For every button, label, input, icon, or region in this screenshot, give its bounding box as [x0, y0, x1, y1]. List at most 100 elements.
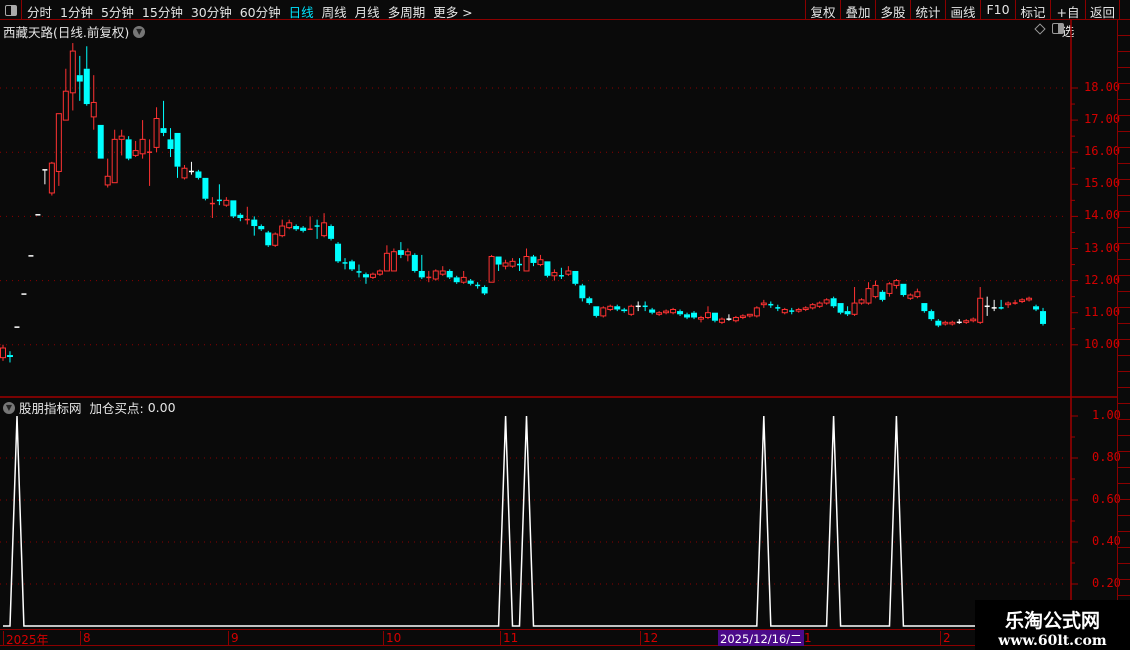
side-panel-cell	[1118, 308, 1130, 324]
candle	[356, 264, 362, 278]
candle-body	[858, 299, 865, 304]
candle	[775, 304, 781, 312]
candle-body	[621, 309, 628, 312]
candle-body	[328, 226, 335, 239]
candle	[475, 282, 481, 289]
side-panel-cell	[1118, 340, 1130, 356]
candle	[1019, 298, 1026, 304]
candle-body	[900, 283, 907, 296]
candle	[907, 293, 914, 300]
candle	[726, 314, 732, 321]
chevron-down-icon[interactable]: ▼	[3, 401, 15, 414]
candle	[376, 269, 383, 276]
candle	[1040, 307, 1047, 326]
date-label: 10	[383, 631, 401, 646]
candle-body	[565, 270, 572, 275]
candle	[411, 253, 418, 273]
candle-body	[432, 270, 439, 280]
candle-body	[579, 285, 586, 299]
candle-body	[230, 200, 237, 217]
candle-body	[279, 225, 286, 237]
date-label: 2	[940, 631, 951, 646]
kline-chart[interactable]	[0, 0, 1130, 650]
candle	[858, 298, 865, 305]
candle	[753, 306, 760, 318]
candle	[928, 309, 935, 321]
candle-body	[872, 284, 879, 298]
cursor-date: 2025/12/16/二	[718, 630, 804, 646]
candle	[42, 169, 48, 185]
candle-body	[732, 317, 739, 322]
candle	[621, 307, 628, 313]
candle	[851, 287, 858, 316]
candle	[349, 259, 355, 271]
side-panel-cell	[1118, 436, 1130, 452]
candle-body	[677, 311, 684, 315]
candle	[125, 136, 132, 161]
candle	[1005, 301, 1012, 308]
candle	[97, 124, 104, 159]
candle	[830, 296, 837, 308]
candle-body	[397, 250, 404, 255]
candle	[746, 313, 753, 318]
candle-body	[502, 262, 509, 267]
candle	[383, 245, 390, 272]
side-panel-cell	[1118, 228, 1130, 244]
candle-body	[865, 288, 872, 304]
candle-body	[656, 312, 663, 315]
candle	[216, 184, 222, 206]
candle-body	[649, 309, 656, 313]
candle-body	[76, 75, 83, 82]
candle	[677, 309, 684, 316]
side-panel-cell	[1118, 324, 1130, 340]
candle	[844, 306, 851, 316]
candle	[0, 344, 6, 361]
candle-body	[418, 270, 425, 278]
candle	[188, 161, 194, 175]
candle	[139, 120, 146, 159]
candle-body	[195, 171, 202, 178]
indicator-label: 加仓买点:	[89, 401, 144, 416]
price-tick-label: 14.00	[1084, 208, 1121, 223]
side-panel-cell	[1118, 580, 1130, 596]
candle-body	[942, 321, 949, 325]
candle	[286, 219, 293, 230]
candle-body	[349, 261, 355, 270]
candle	[404, 248, 411, 262]
candle-body	[62, 90, 69, 121]
candle-body	[593, 306, 600, 316]
candle-body	[907, 294, 914, 299]
candle-body	[453, 277, 460, 283]
candle-body	[1033, 306, 1040, 310]
candle-body	[383, 252, 390, 272]
candle	[90, 75, 97, 130]
candle	[872, 280, 879, 299]
candle-body	[970, 318, 977, 322]
candle	[865, 282, 872, 305]
candle	[579, 283, 586, 302]
candle-body	[97, 124, 104, 159]
candle	[265, 230, 272, 247]
candle-body	[467, 280, 474, 284]
side-panel-cell	[1118, 420, 1130, 436]
side-panel-cell	[1118, 292, 1130, 308]
side-panel-cell	[1118, 500, 1130, 516]
side-panel-strip[interactable]	[1117, 20, 1130, 630]
candle-body	[809, 304, 816, 309]
candle	[684, 312, 691, 320]
candle-body	[181, 167, 188, 179]
candle-body	[753, 307, 760, 317]
candle-body	[481, 287, 488, 294]
candle-body	[921, 303, 928, 312]
candle-body	[691, 312, 698, 318]
candle-body	[879, 291, 886, 300]
side-panel-cell	[1118, 212, 1130, 228]
candle	[132, 140, 139, 158]
candle	[488, 254, 495, 283]
candle-body	[928, 311, 935, 320]
candle	[635, 301, 641, 312]
candle	[970, 317, 977, 323]
candle-body	[823, 299, 830, 304]
candle	[789, 307, 795, 315]
side-panel-cell	[1118, 36, 1130, 52]
